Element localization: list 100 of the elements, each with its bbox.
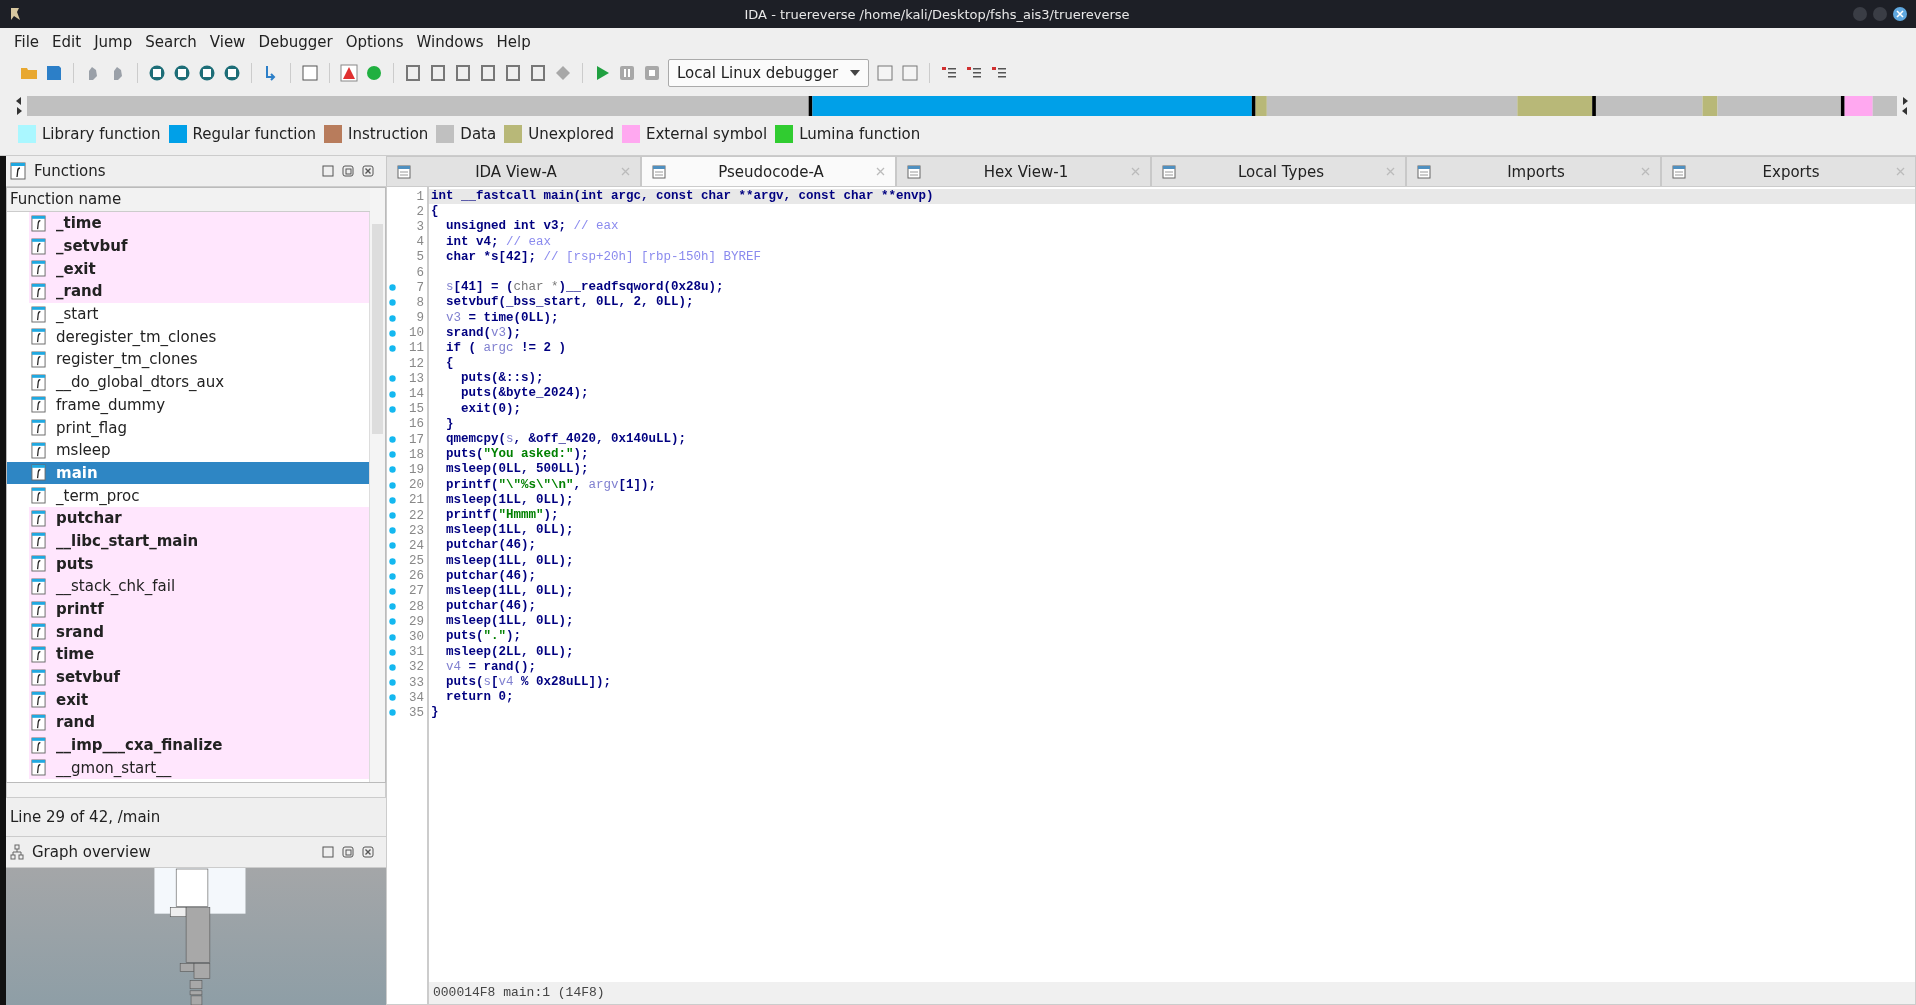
- ball-icon[interactable]: [365, 64, 383, 82]
- function-item[interactable]: __gmon_start__: [29, 756, 369, 780]
- function-item[interactable]: rand: [29, 711, 369, 734]
- scrollbar[interactable]: [369, 188, 385, 782]
- function-item[interactable]: _time: [29, 212, 369, 235]
- graph-overview-drawing[interactable]: [6, 868, 386, 1005]
- float-icon[interactable]: [342, 846, 354, 858]
- breakpoint-dot-icon[interactable]: [389, 481, 396, 489]
- maximize-icon[interactable]: [322, 165, 334, 177]
- breakpoint-dot-icon[interactable]: [389, 375, 396, 383]
- diamond-icon[interactable]: [554, 64, 572, 82]
- close-button[interactable]: [1892, 6, 1908, 22]
- function-item[interactable]: _setvbuf: [29, 234, 369, 258]
- menu-item[interactable]: Jump: [88, 31, 139, 53]
- breakpoint-dot-icon[interactable]: [389, 451, 396, 459]
- stop-icon[interactable]: [643, 64, 661, 82]
- close-icon[interactable]: [362, 846, 374, 858]
- square-icon[interactable]: [504, 64, 522, 82]
- menu-item[interactable]: Search: [139, 31, 203, 53]
- breakpoint-dot-icon[interactable]: [389, 648, 396, 656]
- breakpoint-dot-icon[interactable]: [389, 527, 396, 535]
- debugger-dropdown[interactable]: Local Linux debugger: [668, 59, 870, 87]
- menu-item[interactable]: Debugger: [252, 31, 339, 53]
- function-item[interactable]: __do_global_dtors_aux: [7, 370, 369, 394]
- function-item[interactable]: setvbuf: [29, 665, 369, 689]
- tab[interactable]: IDA View-A: [386, 156, 641, 186]
- menu-item[interactable]: Edit: [46, 31, 88, 53]
- menu-item[interactable]: Options: [339, 31, 410, 53]
- square-icon[interactable]: [404, 64, 422, 82]
- circle-icon[interactable]: [173, 64, 191, 82]
- scroll-arrows-icon[interactable]: [1900, 95, 1910, 117]
- function-item[interactable]: putchar: [29, 506, 369, 530]
- breakpoint-dot-icon[interactable]: [389, 633, 396, 641]
- function-item[interactable]: __stack_chk_fail: [29, 575, 369, 598]
- column-header[interactable]: Function name: [7, 188, 370, 212]
- triangle-icon[interactable]: [340, 64, 358, 82]
- function-item[interactable]: register_tm_clones: [7, 348, 369, 371]
- breakpoint-dot-icon[interactable]: [389, 709, 396, 717]
- tab[interactable]: Imports: [1406, 156, 1661, 186]
- tab[interactable]: Pseudocode-A: [641, 156, 896, 186]
- menu-item[interactable]: Windows: [410, 31, 490, 53]
- breakpoint-dot-icon[interactable]: [389, 466, 396, 474]
- breakpoint-dot-icon[interactable]: [389, 329, 396, 337]
- pause-icon[interactable]: [618, 64, 636, 82]
- tab[interactable]: Local Types: [1151, 156, 1406, 186]
- square-icon[interactable]: [901, 64, 920, 82]
- function-item[interactable]: exit: [29, 688, 369, 712]
- square-icon[interactable]: [529, 64, 547, 82]
- breakpoint-dot-icon[interactable]: [389, 390, 396, 398]
- tab[interactable]: Exports: [1661, 156, 1916, 186]
- circle-icon[interactable]: [148, 64, 166, 82]
- function-item[interactable]: time: [29, 643, 369, 666]
- scrollbar[interactable]: [6, 783, 386, 798]
- square-icon[interactable]: [429, 64, 447, 82]
- maximize-icon[interactable]: [322, 846, 334, 858]
- save-icon[interactable]: [45, 64, 63, 82]
- square-icon[interactable]: [876, 64, 895, 82]
- function-item[interactable]: puts: [29, 552, 369, 575]
- function-item[interactable]: frame_dummy: [7, 393, 369, 417]
- breakpoint-dot-icon[interactable]: [389, 512, 396, 520]
- function-item[interactable]: __libc_start_main: [29, 529, 369, 553]
- breakpoint-dot-icon[interactable]: [389, 542, 396, 550]
- breakpoint-dot-icon[interactable]: [389, 679, 396, 687]
- menu-item[interactable]: File: [8, 31, 46, 53]
- circle-icon[interactable]: [223, 64, 241, 82]
- breakpoint-dot-icon[interactable]: [389, 557, 396, 565]
- function-item[interactable]: _exit: [29, 257, 369, 281]
- breakpoint-dot-icon[interactable]: [389, 436, 396, 444]
- square-icon[interactable]: [479, 64, 497, 82]
- function-item[interactable]: main: [7, 461, 369, 485]
- breakpoint-dot-icon[interactable]: [389, 405, 396, 413]
- breakpoint-dot-icon[interactable]: [389, 344, 396, 352]
- scroll-arrows-icon[interactable]: [14, 95, 24, 117]
- function-item[interactable]: msleep: [7, 438, 369, 462]
- function-item[interactable]: __imp___cxa_finalize: [29, 733, 369, 757]
- square-icon[interactable]: [454, 64, 472, 82]
- function-item[interactable]: _rand: [29, 280, 369, 303]
- function-item[interactable]: _term_proc: [7, 484, 369, 507]
- function-item[interactable]: print_flag: [7, 416, 369, 439]
- function-item[interactable]: printf: [29, 597, 369, 621]
- function-item[interactable]: srand: [29, 620, 369, 644]
- menu-item[interactable]: Help: [490, 31, 537, 53]
- close-icon[interactable]: [362, 165, 374, 177]
- circle-icon[interactable]: [198, 64, 216, 82]
- breakpoint-dot-icon[interactable]: [389, 572, 396, 580]
- breakpoint-dot-icon[interactable]: [389, 663, 396, 671]
- float-icon[interactable]: [342, 165, 354, 177]
- breakpoint-dot-icon[interactable]: [389, 314, 396, 322]
- breakpoint-dot-icon[interactable]: [389, 618, 396, 626]
- breakpoint-dot-icon[interactable]: [389, 299, 396, 307]
- function-item[interactable]: deregister_tm_clones: [7, 325, 369, 349]
- menu-item[interactable]: View: [203, 31, 252, 53]
- tab[interactable]: Hex View-1: [896, 156, 1151, 186]
- breakpoint-dot-icon[interactable]: [389, 587, 396, 595]
- breakpoint-dot-icon[interactable]: [389, 694, 396, 702]
- breakpoint-dot-icon[interactable]: [389, 496, 396, 504]
- function-item[interactable]: _start: [7, 302, 369, 326]
- minimize-button[interactable]: [1852, 6, 1868, 22]
- breakpoint-dot-icon[interactable]: [389, 603, 396, 611]
- breakpoint-dot-icon[interactable]: [389, 284, 396, 292]
